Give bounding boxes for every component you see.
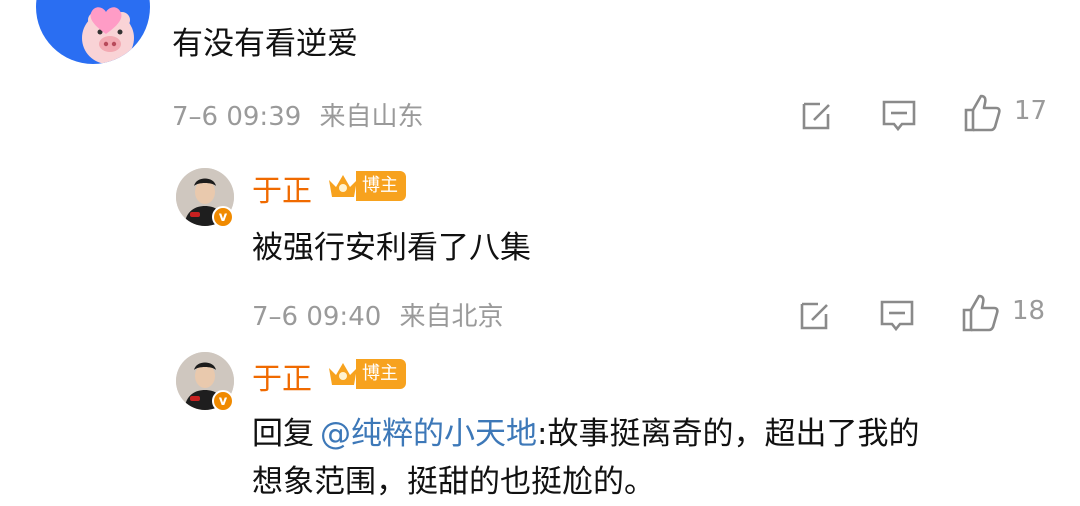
- reply-text: 回复 @纯粹的小天地:故事挺离奇的，超出了我的: [252, 410, 1062, 458]
- comment-icon[interactable]: [878, 296, 916, 334]
- comment-text: 有没有看逆爱: [172, 26, 358, 62]
- comment-meta: 7–6 09:40 来自北京: [252, 296, 504, 333]
- reply-prefix: 回复: [252, 416, 314, 452]
- blogger-label: 博主: [356, 171, 406, 201]
- comment-location: 来自山东: [319, 102, 424, 132]
- comment-location: 来自北京: [399, 302, 504, 332]
- author-name[interactable]: 于正: [252, 166, 312, 210]
- author-name[interactable]: 于正: [252, 354, 312, 398]
- repost-icon[interactable]: [796, 296, 834, 334]
- crown-icon: [329, 363, 357, 385]
- verified-badge: v: [212, 390, 234, 412]
- heart-icon: [90, 7, 122, 34]
- mention-link[interactable]: @纯粹的小天地: [320, 416, 537, 452]
- repost-icon[interactable]: [798, 96, 836, 134]
- verified-badge: v: [212, 206, 234, 228]
- like-icon[interactable]: [962, 92, 1002, 134]
- reply-text: 被强行安利看了八集: [252, 230, 531, 266]
- comment-icon[interactable]: [880, 96, 918, 134]
- reply-text-line1: :故事挺离奇的，超出了我的: [537, 416, 920, 452]
- like-icon[interactable]: [960, 292, 1000, 334]
- comment-meta: 7–6 09:39 来自山东: [172, 96, 424, 133]
- comment-time: 7–6 09:40: [252, 302, 382, 332]
- blogger-label: 博主: [356, 359, 406, 389]
- like-count: 17: [1014, 96, 1048, 126]
- reply-text-line2: 想象范围，挺甜的也挺尬的。: [252, 464, 655, 500]
- blogger-badge: 博主: [326, 170, 406, 202]
- blogger-badge: 博主: [326, 358, 406, 390]
- crown-icon: [329, 175, 357, 197]
- like-count: 18: [1012, 296, 1046, 326]
- comment-time: 7–6 09:39: [172, 102, 302, 132]
